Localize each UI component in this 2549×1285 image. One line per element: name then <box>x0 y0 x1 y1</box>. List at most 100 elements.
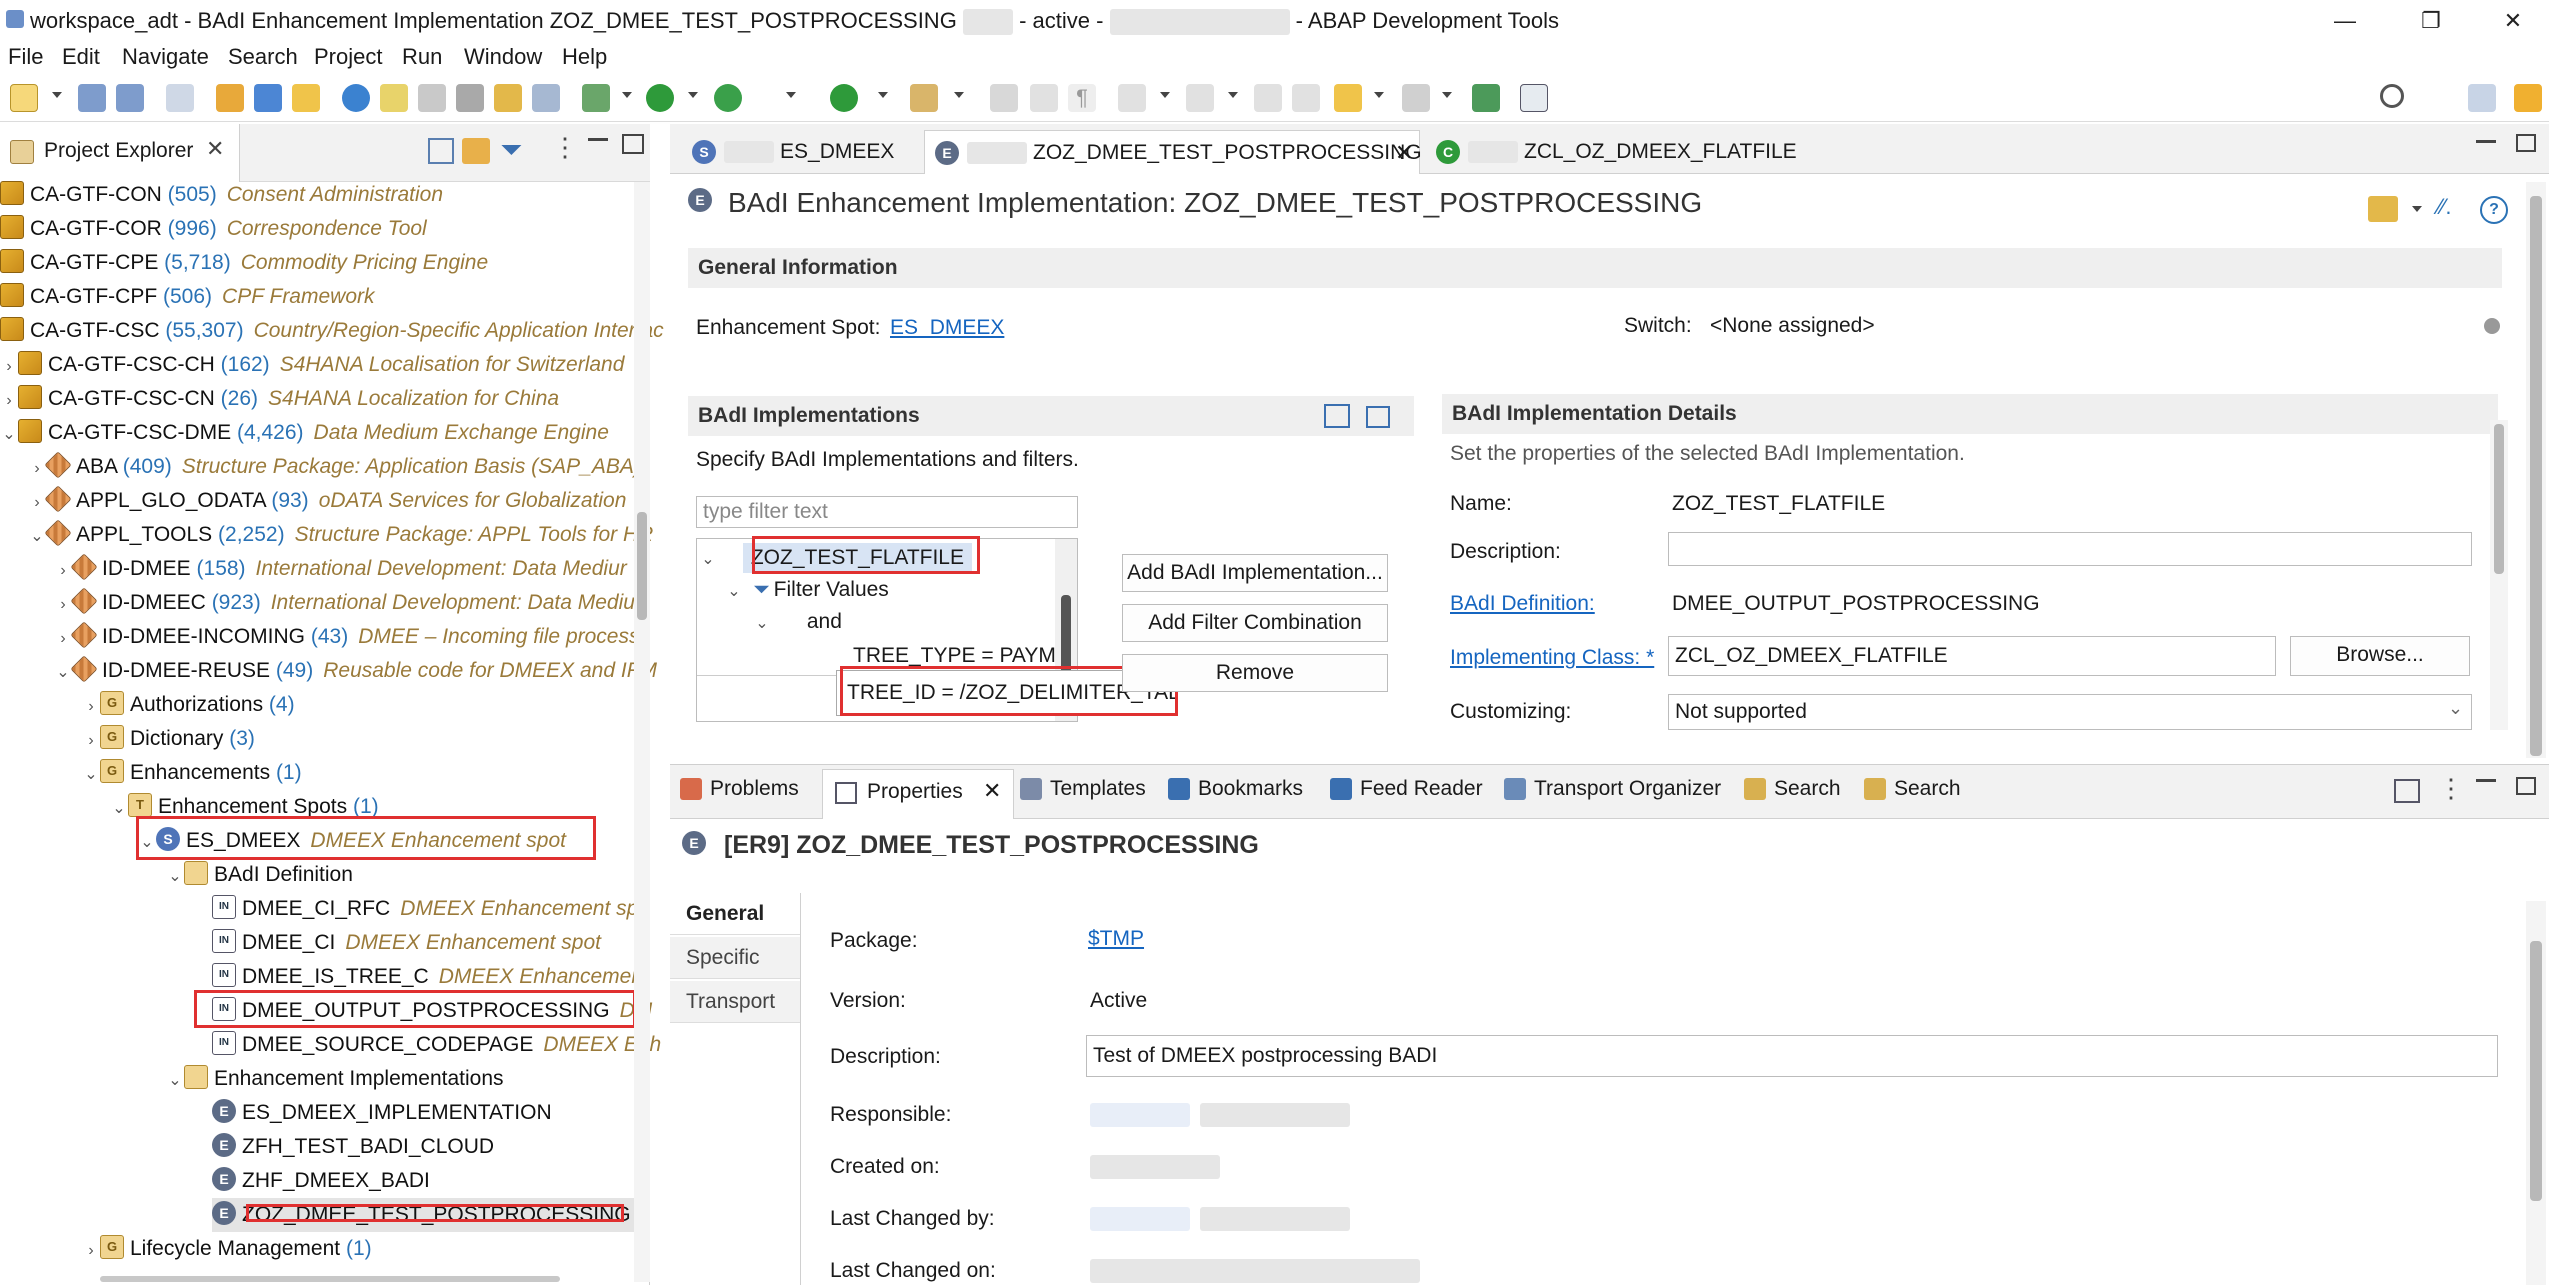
toggle-icon[interactable] <box>990 84 1018 112</box>
tree-row[interactable]: ⌄ Enhancement Implementations <box>166 1062 504 1096</box>
maximize-view-icon[interactable] <box>2516 134 2536 152</box>
navigate-icon[interactable]: ⁄⁄. <box>2438 194 2451 220</box>
chevron-down-icon[interactable]: ⌄ <box>753 609 771 639</box>
menu-window[interactable]: Window <box>464 44 542 70</box>
add-badi-implementation-button[interactable]: Add BAdI Implementation... <box>1122 554 1388 592</box>
tree-row[interactable]: ⌄ BAdI Definition <box>166 858 353 892</box>
chevron-down-icon[interactable] <box>688 92 698 98</box>
perspective-icon[interactable] <box>2468 84 2496 112</box>
chevron-down-icon[interactable]: ⌄ <box>110 792 128 826</box>
chevron-down-icon[interactable]: ⌄ <box>28 520 46 554</box>
chevron-down-icon[interactable] <box>1374 92 1384 98</box>
activate-all-icon[interactable] <box>380 84 408 112</box>
horizontal-scrollbar-thumb[interactable] <box>100 1276 560 1282</box>
tree-row[interactable]: › APPL_GLO_ODATA (93) oDATA Services for G… <box>28 484 626 518</box>
chevron-down-icon[interactable]: ⌄ <box>2448 698 2463 719</box>
explorer-scrollbar[interactable] <box>634 182 650 1282</box>
tree-row[interactable]: CA-GTF-CON (505) Consent Administration <box>0 178 443 212</box>
restore-button[interactable]: ❐ <box>2396 4 2466 38</box>
menu-search[interactable]: Search <box>228 44 298 70</box>
tab-problems[interactable]: Problems <box>680 777 799 801</box>
chevron-down-icon[interactable]: ⌄ <box>0 418 18 452</box>
scrollbar-thumb[interactable] <box>1061 595 1071 675</box>
search-abap-icon[interactable] <box>494 84 522 112</box>
chevron-right-icon[interactable]: › <box>82 724 100 758</box>
properties-scrollbar[interactable] <box>2526 901 2546 1285</box>
menu-edit[interactable]: Edit <box>62 44 100 70</box>
tab-project-explorer[interactable]: Project Explorer ✕ <box>0 124 240 182</box>
chevron-down-icon[interactable]: ⌄ <box>166 1064 184 1098</box>
tree-row[interactable]: ⌄ ID-DMEE-REUSE (49) Reusable code for DME… <box>54 654 657 688</box>
vtab-transport[interactable]: Transport <box>670 981 800 1023</box>
tree-row[interactable]: IN DMEE_IS_TREE_C DMEEX Enhancement <box>212 960 649 994</box>
chevron-down-icon[interactable] <box>1160 92 1170 98</box>
close-icon[interactable]: ✕ <box>206 136 224 162</box>
chevron-down-icon[interactable] <box>878 92 888 98</box>
filter-input[interactable]: type filter text <box>696 496 1078 528</box>
chevron-down-icon[interactable] <box>52 92 62 98</box>
tab-zcl-oz-dmeex-flatfile[interactable]: C ZCL_OZ_DMEEX_FLATFILE <box>1426 130 1806 174</box>
tree-row[interactable]: › ID-DMEE-INCOMING (43) DMEE – Incoming fi… <box>54 620 639 654</box>
tree-row[interactable]: CA-GTF-CSC (55,307) Country/Region-Specif… <box>0 314 664 348</box>
tab-properties[interactable]: Properties ✕ <box>822 769 1014 819</box>
tree-row[interactable]: E ZFH_TEST_BADI_CLOUD <box>212 1130 494 1164</box>
transport-icon[interactable] <box>418 84 446 112</box>
view-menu-icon[interactable]: ⋮ <box>2438 773 2464 804</box>
chevron-down-icon[interactable]: ⌄ <box>54 656 72 690</box>
menu-project[interactable]: Project <box>314 44 382 70</box>
menu-help[interactable]: Help <box>562 44 607 70</box>
forward-icon[interactable] <box>1402 84 1430 112</box>
chevron-right-icon[interactable]: › <box>0 350 18 384</box>
description-field[interactable]: Test of DMEEX postprocessing BADI <box>1086 1035 2498 1077</box>
close-icon[interactable]: ✕ <box>1395 131 1413 175</box>
chevron-down-icon[interactable]: ⌄ <box>699 545 717 575</box>
minimize-view-icon[interactable] <box>2476 779 2496 782</box>
chevron-down-icon[interactable]: ⌄ <box>725 577 743 607</box>
run-abap-icon[interactable] <box>254 84 282 112</box>
minimize-view-icon[interactable] <box>588 138 608 141</box>
tree-row[interactable]: ⌄ APPL_TOOLS (2,252) Structure Package: AP… <box>28 518 653 552</box>
debug-icon[interactable] <box>582 84 610 112</box>
run-as-icon[interactable] <box>714 84 742 112</box>
last-edit-icon[interactable] <box>1254 84 1282 112</box>
tree-row-filter-values[interactable]: ⌄ ⏷ Filter Values <box>725 575 889 605</box>
vtab-specific[interactable]: Specific <box>670 937 800 979</box>
collapse-all-icon[interactable] <box>428 138 454 164</box>
sync-icon[interactable] <box>532 84 560 112</box>
export-icon[interactable] <box>2368 196 2398 222</box>
scrollbar-thumb[interactable] <box>2530 196 2542 756</box>
badi-definition-link[interactable]: BAdI Definition: <box>1450 592 1595 616</box>
chevron-down-icon[interactable] <box>1442 92 1452 98</box>
chevron-right-icon[interactable]: › <box>0 384 18 418</box>
chevron-right-icon[interactable]: › <box>28 486 46 520</box>
save-icon[interactable] <box>78 84 106 112</box>
tree-row[interactable]: CA-GTF-CPF (506) CPF Framework <box>0 280 375 314</box>
chevron-right-icon[interactable]: › <box>28 452 46 486</box>
tree-row[interactable]: › G Dictionary (3) <box>82 722 255 756</box>
pin-icon[interactable] <box>910 84 938 112</box>
enh-spot-link[interactable]: ES_DMEEX <box>890 316 1004 340</box>
add-filter-combination-button[interactable]: Add Filter Combination <box>1122 604 1388 642</box>
run-icon[interactable] <box>646 84 674 112</box>
scrollbar-thumb[interactable] <box>2530 941 2542 1201</box>
tab-transport-organizer[interactable]: Transport Organizer <box>1504 777 1721 801</box>
browse-button[interactable]: Browse... <box>2290 636 2470 676</box>
tab-bookmarks[interactable]: Bookmarks <box>1168 777 1303 801</box>
chevron-right-icon[interactable]: › <box>82 1234 100 1268</box>
tree-row[interactable]: › ID-DMEEC (923) International Development… <box>54 586 635 620</box>
chevron-down-icon[interactable] <box>2412 206 2422 212</box>
tab-zoz-dmee-test-postprocessing[interactable]: E ZOZ_DMEE_TEST_POSTPROCESSING ✕ <box>924 130 1422 175</box>
package-link[interactable]: $TMP <box>1088 927 1144 951</box>
chevron-down-icon[interactable] <box>954 92 964 98</box>
chevron-down-icon[interactable] <box>622 92 632 98</box>
new-icon[interactable] <box>10 84 38 112</box>
chevron-right-icon[interactable]: › <box>82 690 100 724</box>
block-icon[interactable] <box>1030 84 1058 112</box>
tree-row-and[interactable]: ⌄ and <box>753 607 842 637</box>
chevron-down-icon[interactable]: ⌄ <box>82 758 100 792</box>
feedback-icon[interactable] <box>1520 84 1548 112</box>
menu-file[interactable]: File <box>8 44 43 70</box>
open-object-icon[interactable] <box>166 84 194 112</box>
tree-row[interactable]: CA-GTF-CPE (5,718) Commodity Pricing Engi… <box>0 246 488 280</box>
save-all-icon[interactable] <box>116 84 144 112</box>
